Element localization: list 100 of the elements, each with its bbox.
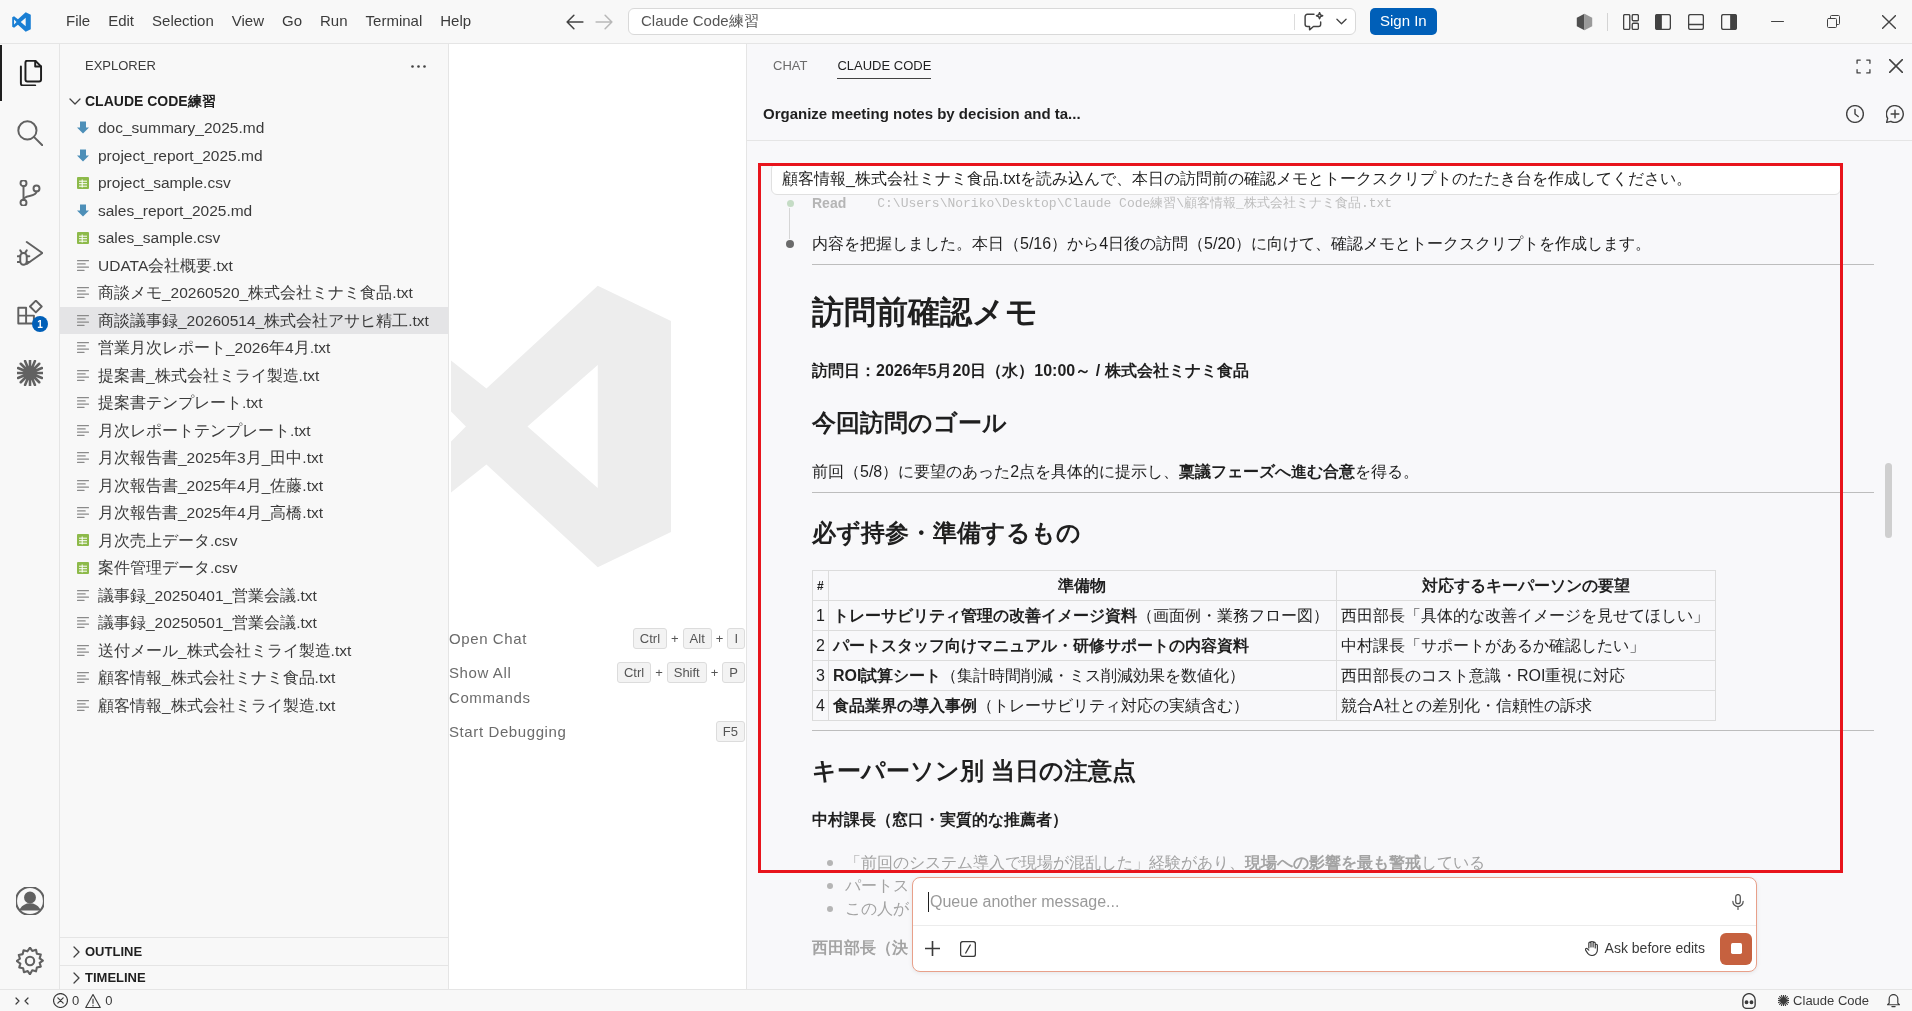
- tree-item[interactable]: sales_report_2025.md: [60, 196, 448, 224]
- message-composer[interactable]: Queue another message... Ask before edits: [912, 877, 1757, 972]
- table-cell: 競合A社との差別化・信頼性の訴求: [1336, 690, 1716, 721]
- tree-item[interactable]: 月次レポートテンプレート.txt: [60, 416, 448, 444]
- menu-item[interactable]: Edit: [99, 6, 144, 37]
- menu-item[interactable]: Run: [311, 6, 357, 37]
- table-icon: [77, 561, 89, 574]
- extensions-icon[interactable]: [16, 300, 43, 326]
- tree-item[interactable]: UDATA会社概要.txt: [60, 251, 448, 279]
- plus-icon[interactable]: [925, 941, 940, 956]
- session-title: Organize meeting notes by decision and ta...: [763, 103, 1081, 124]
- section-header[interactable]: OUTLINE: [60, 937, 448, 965]
- stop-icon: [1730, 943, 1742, 954]
- more-icon[interactable]: [411, 64, 426, 68]
- text-lines-icon: [77, 314, 89, 326]
- tree-item[interactable]: 月次報告書_2025年4月_高橋.txt: [60, 499, 448, 527]
- table-cell: 中村課長「サポートがあるか確認したい」: [1336, 630, 1716, 661]
- error-count[interactable]: 0: [72, 990, 80, 1011]
- heading: 今回訪問のゴール: [812, 408, 1007, 438]
- tree-item[interactable]: 営業月次レポート_2026年4月.txt: [60, 334, 448, 362]
- search-icon[interactable]: [16, 120, 43, 146]
- tree-item[interactable]: 顧客情報_株式会社ミライ製造.txt: [60, 691, 448, 719]
- tree-item[interactable]: 議事録_20250401_営業会議.txt: [60, 581, 448, 609]
- text-lines-icon: [77, 397, 89, 409]
- restore-icon[interactable]: [1826, 15, 1840, 28]
- history-icon[interactable]: [1846, 105, 1864, 123]
- new-chat-icon[interactable]: [1886, 105, 1904, 123]
- close-icon[interactable]: [1889, 59, 1903, 73]
- table-icon: [77, 231, 89, 244]
- close-icon[interactable]: [1882, 14, 1896, 29]
- menu-item[interactable]: Go: [273, 6, 311, 37]
- tab[interactable]: CLAUDE CODE: [837, 53, 932, 79]
- message-input[interactable]: Queue another message...: [930, 887, 1724, 916]
- status-label[interactable]: Claude Code: [1793, 990, 1869, 1011]
- tree-item[interactable]: project_report_2025.md: [60, 141, 448, 169]
- layout-icon[interactable]: [1623, 13, 1639, 30]
- robot-icon[interactable]: [1742, 992, 1757, 1009]
- keyboard-key: Alt: [682, 628, 712, 649]
- tree-item[interactable]: 提案書テンプレート.txt: [60, 389, 448, 417]
- minimize-icon[interactable]: [1770, 21, 1784, 22]
- warning-icon[interactable]: [85, 993, 102, 1008]
- scrollbar-thumb[interactable]: [1885, 463, 1892, 538]
- menu-item[interactable]: File: [57, 6, 100, 37]
- sidebar-right-icon[interactable]: [1721, 13, 1737, 30]
- settings-icon[interactable]: [15, 947, 44, 975]
- remote-icon[interactable]: [15, 996, 29, 1005]
- play-bug-icon[interactable]: [16, 240, 43, 266]
- table-cell: 4: [812, 690, 829, 721]
- warning-count[interactable]: 0: [105, 990, 113, 1011]
- stop-button[interactable]: [1720, 932, 1752, 965]
- chat-sparkle-icon[interactable]: [1304, 12, 1324, 31]
- cursor-icon: [928, 891, 929, 912]
- maximize-icon[interactable]: [1856, 58, 1871, 74]
- tree-item[interactable]: 議事録_20250501_営業会議.txt: [60, 609, 448, 637]
- search-field[interactable]: Claude Code練習: [628, 8, 1356, 35]
- folder-header[interactable]: CLAUDE CODE練習: [60, 88, 448, 114]
- tree-item[interactable]: 案件管理データ.csv: [60, 554, 448, 582]
- tree-item[interactable]: 商談メモ_20260520_株式会社ミナミ食品.txt: [60, 279, 448, 307]
- mode-button[interactable]: Ask before edits: [1584, 938, 1705, 959]
- heading: 必ず持参・準備するもの: [812, 518, 1081, 549]
- error-icon[interactable]: [53, 993, 68, 1008]
- text-lines-icon: [77, 369, 89, 381]
- column-header: 対応するキーパーソンの要望: [1336, 570, 1716, 601]
- sign-in-button[interactable]: Sign In: [1370, 8, 1437, 35]
- tree-item[interactable]: project_sample.csv: [60, 169, 448, 197]
- table-cell: トレーサビリティ管理の改善イメージ資料（画面例・業務フロー図）: [828, 600, 1337, 631]
- command-label[interactable]: Show All Commands: [449, 660, 579, 710]
- slash-command-icon[interactable]: [960, 940, 976, 957]
- tree-item[interactable]: doc_summary_2025.md: [60, 114, 448, 142]
- column-header: #: [812, 570, 829, 601]
- file-path: C:\Users\Noriko\Desktop\Claude Code練習\顧客情報_株式会社ミナミ食品.txt: [877, 194, 1393, 213]
- menu-item[interactable]: Selection: [143, 6, 223, 37]
- panel-bottom-icon[interactable]: [1688, 13, 1704, 30]
- chevron-down-icon[interactable]: [1336, 18, 1347, 25]
- tree-item[interactable]: 提案書_株式会社ミライ製造.txt: [60, 361, 448, 389]
- tree-item[interactable]: 送付メール_株式会社ミライ製造.txt: [60, 636, 448, 664]
- tab[interactable]: CHAT: [773, 53, 808, 79]
- command-label[interactable]: Start Debugging: [449, 719, 579, 744]
- command-label[interactable]: Open Chat: [449, 626, 579, 651]
- microphone-icon[interactable]: [1732, 893, 1744, 910]
- arrow-left-icon[interactable]: [566, 13, 584, 30]
- tree-item[interactable]: sales_sample.csv: [60, 224, 448, 252]
- tree-item[interactable]: 顧客情報_株式会社ミナミ食品.txt: [60, 664, 448, 692]
- tree-item[interactable]: 月次売上データ.csv: [60, 526, 448, 554]
- tree-item[interactable]: 月次報告書_2025年3月_田中.txt: [60, 444, 448, 472]
- text-lines-icon: [77, 342, 89, 354]
- menu-item[interactable]: View: [222, 6, 273, 37]
- key-separator: +: [671, 629, 679, 648]
- asterisk-icon[interactable]: [16, 360, 43, 386]
- app-logo-icon[interactable]: [12, 11, 31, 32]
- tree-item[interactable]: 月次報告書_2025年4月_佐藤.txt: [60, 471, 448, 499]
- menu-item[interactable]: Terminal: [356, 6, 432, 37]
- tree-item[interactable]: 商談議事録_20260514_株式会社アサヒ精工.txt: [60, 306, 448, 334]
- sidebar-left-icon[interactable]: [1655, 13, 1671, 30]
- cube-icon[interactable]: [1576, 12, 1593, 31]
- menu-item[interactable]: Help: [431, 6, 481, 37]
- arrow-down-icon: [77, 121, 89, 135]
- heading: 訪問前確認メモ: [812, 293, 1038, 332]
- account-icon[interactable]: [15, 887, 44, 915]
- bell-icon[interactable]: [1887, 993, 1900, 1008]
